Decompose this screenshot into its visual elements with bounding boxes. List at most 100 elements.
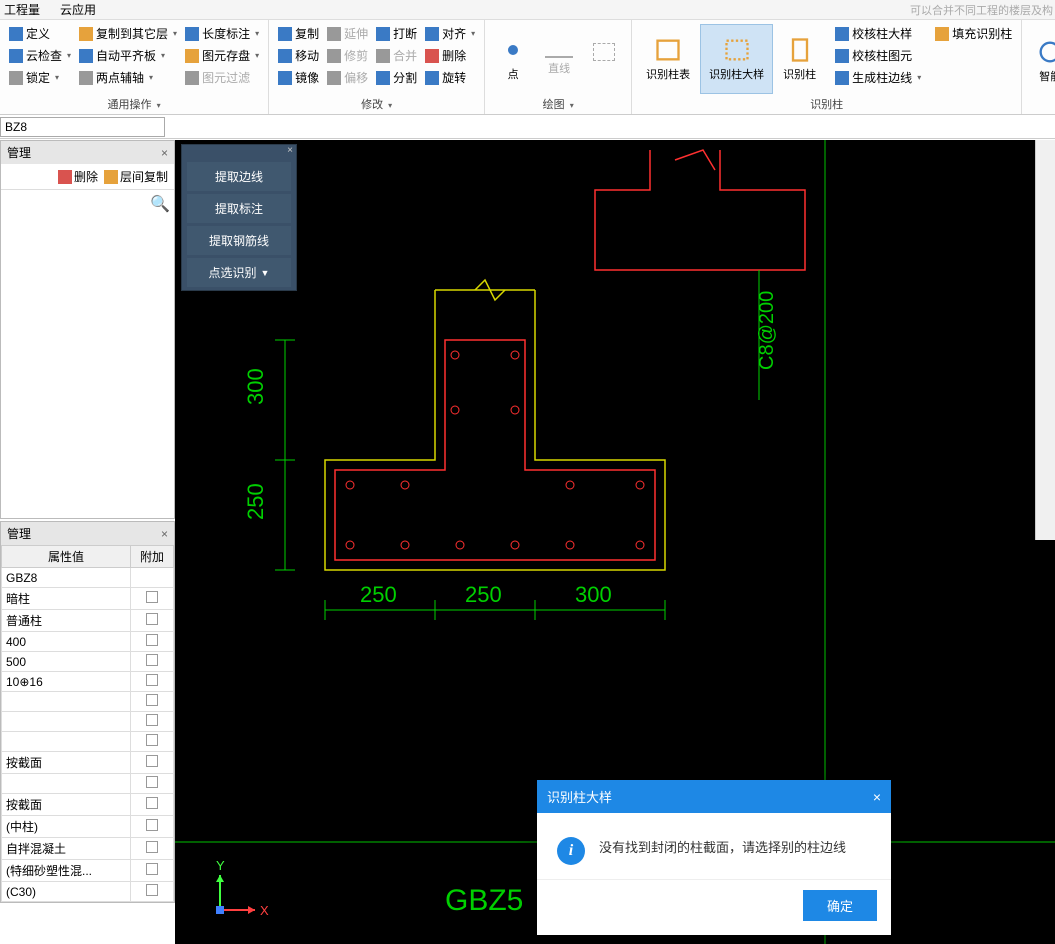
table-row[interactable]: 普通柱 xyxy=(2,610,174,632)
property-value[interactable]: 500 xyxy=(2,652,131,672)
property-value[interactable]: (特细砂塑性混... xyxy=(2,860,131,882)
property-value[interactable] xyxy=(2,732,131,752)
table-row[interactable] xyxy=(2,774,174,794)
property-value[interactable]: 普通柱 xyxy=(2,610,131,632)
float-click-recognize[interactable]: 点选识别▼ xyxy=(187,258,291,287)
close-icon[interactable]: × xyxy=(161,146,168,160)
table-row[interactable] xyxy=(2,712,174,732)
ribbon-cloud-check[interactable]: 云检查▾ xyxy=(6,46,74,65)
ribbon-element-filter: 图元过滤 xyxy=(182,68,262,87)
property-value[interactable]: 按截面 xyxy=(2,794,131,816)
table-row[interactable]: 500 xyxy=(2,652,174,672)
property-value[interactable]: (C30) xyxy=(2,882,131,902)
property-value[interactable]: GBZ8 xyxy=(2,568,131,588)
property-checkbox[interactable] xyxy=(131,568,174,588)
ribbon-align[interactable]: 对齐▾ xyxy=(422,24,478,43)
table-row[interactable] xyxy=(2,692,174,712)
property-value[interactable] xyxy=(2,712,131,732)
ribbon-two-point-axis[interactable]: 两点辅轴▾ xyxy=(76,68,180,87)
ribbon: 定义 云检查▾ 锁定▾ 复制到其它层▾ 自动平齐板▾ 两点辅轴▾ 长度标注▾ 图… xyxy=(0,20,1055,115)
table-row[interactable]: 10⊕16 xyxy=(2,672,174,692)
table-row[interactable]: (特细砂塑性混... xyxy=(2,860,174,882)
float-extract-dim[interactable]: 提取标注 xyxy=(187,194,291,223)
property-value[interactable]: (中柱) xyxy=(2,816,131,838)
ribbon-mirror[interactable]: 镜像 xyxy=(275,68,322,87)
ribbon-recognize-detail[interactable]: 识别柱大样 xyxy=(700,24,773,94)
property-checkbox[interactable] xyxy=(131,588,174,610)
property-checkbox[interactable] xyxy=(131,652,174,672)
ribbon-split[interactable]: 分割 xyxy=(373,68,420,87)
close-icon[interactable]: × xyxy=(161,527,168,541)
panel-title-2: 管理 xyxy=(7,525,31,542)
table-row[interactable]: 按截面 xyxy=(2,752,174,774)
right-toolbar[interactable] xyxy=(1035,140,1055,540)
property-value[interactable]: 400 xyxy=(2,632,131,652)
property-value[interactable] xyxy=(2,692,131,712)
float-extract-edge[interactable]: 提取边线 xyxy=(187,162,291,191)
table-row[interactable]: 暗柱 xyxy=(2,588,174,610)
ribbon-recognize-column[interactable]: 识别柱 xyxy=(775,24,824,94)
table-row[interactable]: (C30) xyxy=(2,882,174,902)
property-value[interactable]: 暗柱 xyxy=(2,588,131,610)
property-checkbox[interactable] xyxy=(131,882,174,902)
ribbon-group-title-modify: 修改 ▾ xyxy=(275,94,478,112)
ribbon-trim: 修剪 xyxy=(324,46,371,65)
ribbon-define[interactable]: 定义 xyxy=(6,24,74,43)
ribbon-length-dim[interactable]: 长度标注▾ xyxy=(182,24,262,43)
menu-item-cloud[interactable]: 云应用 xyxy=(60,1,96,18)
float-extract-rebar[interactable]: 提取钢筋线 xyxy=(187,226,291,255)
ok-button[interactable]: 确定 xyxy=(803,890,877,921)
toolbar-floor-copy[interactable]: 层间复制 xyxy=(104,168,168,185)
close-icon[interactable]: × xyxy=(873,789,881,805)
ribbon-copy-to-floor[interactable]: 复制到其它层▾ xyxy=(76,24,180,43)
ribbon-delete[interactable]: 删除 xyxy=(422,46,478,65)
toolbar-delete[interactable]: 删除 xyxy=(58,168,98,185)
ribbon-rotate[interactable]: 旋转 xyxy=(422,68,478,87)
property-checkbox[interactable] xyxy=(131,774,174,794)
ribbon-copy[interactable]: 复制 xyxy=(275,24,322,43)
ribbon-break[interactable]: 打断 xyxy=(373,24,420,43)
property-value[interactable] xyxy=(2,774,131,794)
close-icon[interactable]: × xyxy=(287,145,293,159)
ribbon-smart[interactable]: 智能 xyxy=(1028,24,1055,98)
property-value[interactable]: 按截面 xyxy=(2,752,131,774)
property-value[interactable]: 自拌混凝土 xyxy=(2,838,131,860)
property-checkbox[interactable] xyxy=(131,712,174,732)
ribbon-auto-level[interactable]: 自动平齐板▾ xyxy=(76,46,180,65)
dim-h1: 250 xyxy=(360,582,397,607)
property-checkbox[interactable] xyxy=(131,672,174,692)
ribbon-check-element[interactable]: 校核柱图元 xyxy=(832,46,924,65)
table-row[interactable]: 自拌混凝土 xyxy=(2,838,174,860)
property-checkbox[interactable] xyxy=(131,816,174,838)
ribbon-fill-recognize[interactable]: 填充识别柱 xyxy=(932,24,1015,43)
table-row[interactable]: 400 xyxy=(2,632,174,652)
ribbon-save-element[interactable]: 图元存盘▾ xyxy=(182,46,262,65)
property-checkbox[interactable] xyxy=(131,610,174,632)
property-checkbox[interactable] xyxy=(131,692,174,712)
element-combo[interactable] xyxy=(0,117,165,137)
drawing-canvas[interactable]: C8@200 300 250 250 250 300 GBZ xyxy=(175,140,1055,944)
ribbon-move[interactable]: 移动 xyxy=(275,46,322,65)
property-value[interactable]: 10⊕16 xyxy=(2,672,131,692)
dim-h3: 300 xyxy=(575,582,612,607)
menu-item-engineering[interactable]: 工程量 xyxy=(4,1,40,18)
ribbon-gen-edge[interactable]: 生成柱边线▾ xyxy=(832,68,924,87)
ribbon-lock[interactable]: 锁定▾ xyxy=(6,68,74,87)
ribbon-recognize-table[interactable]: 识别柱表 xyxy=(638,24,698,94)
table-row[interactable] xyxy=(2,732,174,752)
property-checkbox[interactable] xyxy=(131,838,174,860)
property-checkbox[interactable] xyxy=(131,752,174,774)
table-row[interactable]: GBZ8 xyxy=(2,568,174,588)
ribbon-point[interactable]: 点 xyxy=(491,24,535,94)
table-row[interactable]: 按截面 xyxy=(2,794,174,816)
panel-title-1: 管理 xyxy=(7,144,31,161)
property-checkbox[interactable] xyxy=(131,632,174,652)
property-checkbox[interactable] xyxy=(131,732,174,752)
ribbon-group-title-common: 通用操作 ▾ xyxy=(6,94,262,112)
axis-x-label: X xyxy=(260,903,269,918)
property-checkbox[interactable] xyxy=(131,860,174,882)
property-checkbox[interactable] xyxy=(131,794,174,816)
table-row[interactable]: (中柱) xyxy=(2,816,174,838)
ribbon-check-detail[interactable]: 校核柱大样 xyxy=(832,24,924,43)
search-icon[interactable]: 🔍 xyxy=(150,196,170,213)
